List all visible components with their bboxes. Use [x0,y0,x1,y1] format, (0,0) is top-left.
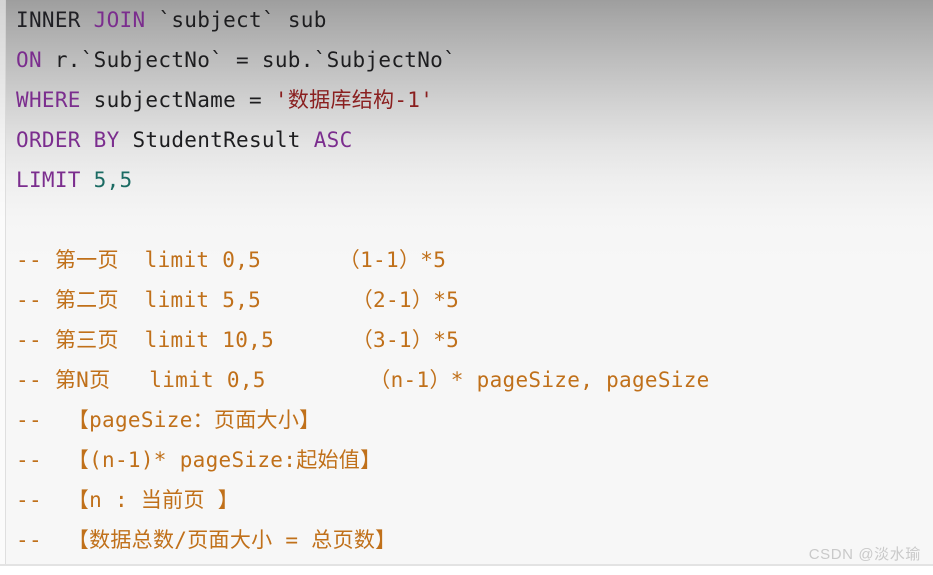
code-token: -- [16,408,68,432]
code-token: / [174,528,188,552]
code-token: * pageSize, pageSize [450,368,710,392]
code-token: pageSize [89,408,193,432]
code-line: WHERE subjectName = '数据库结构-1' [16,80,433,120]
code-token: n : [89,488,141,512]
code-token: n-1 [390,368,430,392]
code-line: -- 【(n-1)* pageSize:起始值】 [16,440,381,480]
code-token: StudentResult [119,128,314,152]
code-token: ） [411,288,434,312]
code-token: 1-1 [360,248,399,272]
code-token: limit 10,5 [118,328,352,352]
code-token: subjectName = [80,88,275,112]
code-token: 2-1 [373,288,412,312]
code-token: （ [351,288,374,312]
code-token: 5,5 [93,168,133,192]
code-token: WHERE [16,88,81,112]
code-token: ORDER BY [16,128,120,152]
code-token: -- [16,528,68,552]
code-token: 总页数】 [311,528,397,552]
code-token: ） [398,248,421,272]
code-token: （ [338,248,361,272]
code-token: 第一页 [54,248,119,272]
code-token: ） [411,328,434,352]
code-line: ORDER BY StudentResult ASC [16,120,353,160]
code-token: -- [16,488,68,512]
code-screenshot: INNER JOIN `subject` sub ON r.`SubjectNo`… [0,0,933,575]
code-token: ' [274,88,288,112]
code-token: 数据库结构 [287,88,395,112]
code-token: -1' [394,88,434,112]
code-token: *5 [433,328,460,352]
code-token: *5 [420,248,447,272]
code-line: LIMIT 5,5 [16,160,133,200]
code-token: = [272,528,312,552]
code-token: 【数据总数 [67,528,175,552]
code-token: （ [369,368,391,392]
code-token: -- [16,448,68,472]
code-line: INNER JOIN `subject` sub [16,0,327,40]
code-token: `subject` sub [145,8,327,32]
code-token: limit 0,5 [110,368,370,392]
code-line: -- 第一页 limit 0,5 （1-1）*5 [16,240,446,280]
code-token: -- [16,248,55,272]
code-token: INNER [16,8,81,32]
code-token: 】 [217,488,240,512]
code-token: 起始值】 [296,448,382,472]
code-token: JOIN [93,8,146,32]
code-token: limit 5,5 [118,288,352,312]
page-bottom-fill [0,566,933,575]
code-line: ON r.`SubjectNo` = sub.`SubjectNo` [16,40,456,80]
code-token: r.`SubjectNo` = sub.`SubjectNo` [41,48,457,72]
code-token: 【 [67,488,90,512]
code-token: 当前页 [140,488,205,512]
csdn-watermark: CSDN @淡水瑜 [808,546,921,563]
code-token: ON [16,48,42,72]
code-line: -- 【数据总数/页面大小 = 总页数】 [16,520,396,560]
code-token: 第三页 [54,328,119,352]
code-token: -- [16,368,55,392]
code-token: -- [16,288,55,312]
code-token: （ [351,328,374,352]
code-token: -- [16,328,55,352]
code-token: 第二页 [54,288,119,312]
code-token: 【 [67,448,90,472]
code-token: 【 [67,408,90,432]
sql-code-block[interactable]: INNER JOIN `subject` sub ON r.`SubjectNo`… [0,0,933,564]
code-token: 第 [54,368,77,392]
code-token: ASC [313,128,353,152]
code-token: (n-1)* pageSize: [89,448,297,472]
code-token: ） [429,368,451,392]
code-token: 3-1 [373,328,412,352]
code-token: N [76,368,90,392]
code-line: -- 【pageSize：页面大小】 [16,400,320,440]
code-line: -- 【n : 当前页 】 [16,480,239,520]
code-token: 页面大小 [187,528,273,552]
code-token: *5 [433,288,460,312]
code-token: LIMIT [16,168,81,192]
code-line: -- 第二页 limit 5,5 （2-1）*5 [16,280,459,320]
code-line: -- 第N页 limit 0,5 （n-1）* pageSize, pageSi… [16,360,710,400]
code-token: ：页面大小】 [192,408,321,432]
code-token: 页 [89,368,111,392]
code-token: limit 0,5 [118,248,339,272]
code-line: -- 第三页 limit 10,5 （3-1）*5 [16,320,459,360]
